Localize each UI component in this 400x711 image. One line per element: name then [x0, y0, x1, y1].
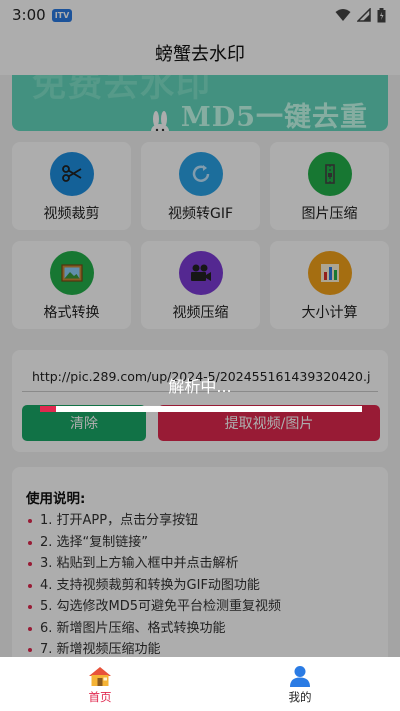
tab-bar: 首页 我的 [0, 657, 400, 711]
tab-mine-label: 我的 [288, 690, 312, 704]
user-icon [290, 666, 310, 687]
progress-bar [40, 406, 362, 412]
progress-fill [40, 406, 57, 412]
home-icon [89, 667, 111, 686]
loading-overlay: 解析中... [0, 0, 400, 657]
tab-home[interactable]: 首页 [0, 657, 200, 711]
tab-mine[interactable]: 我的 [200, 657, 400, 711]
tab-home-label: 首页 [88, 690, 112, 704]
loading-text: 解析中... [168, 377, 232, 396]
